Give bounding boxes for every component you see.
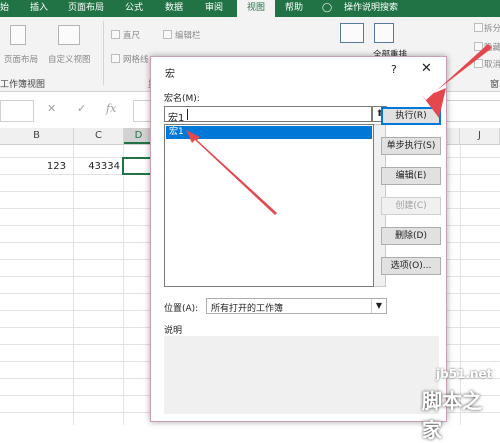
arrow-to-run-button bbox=[421, 44, 492, 118]
watermark: jb51.net 脚本之家 bbox=[418, 365, 500, 442]
watermark-site: jb51.net bbox=[436, 367, 493, 381]
annotation-overlay bbox=[186, 44, 492, 215]
arrow-to-macro-item bbox=[186, 130, 277, 215]
watermark-name: 脚本之家 bbox=[422, 389, 482, 442]
